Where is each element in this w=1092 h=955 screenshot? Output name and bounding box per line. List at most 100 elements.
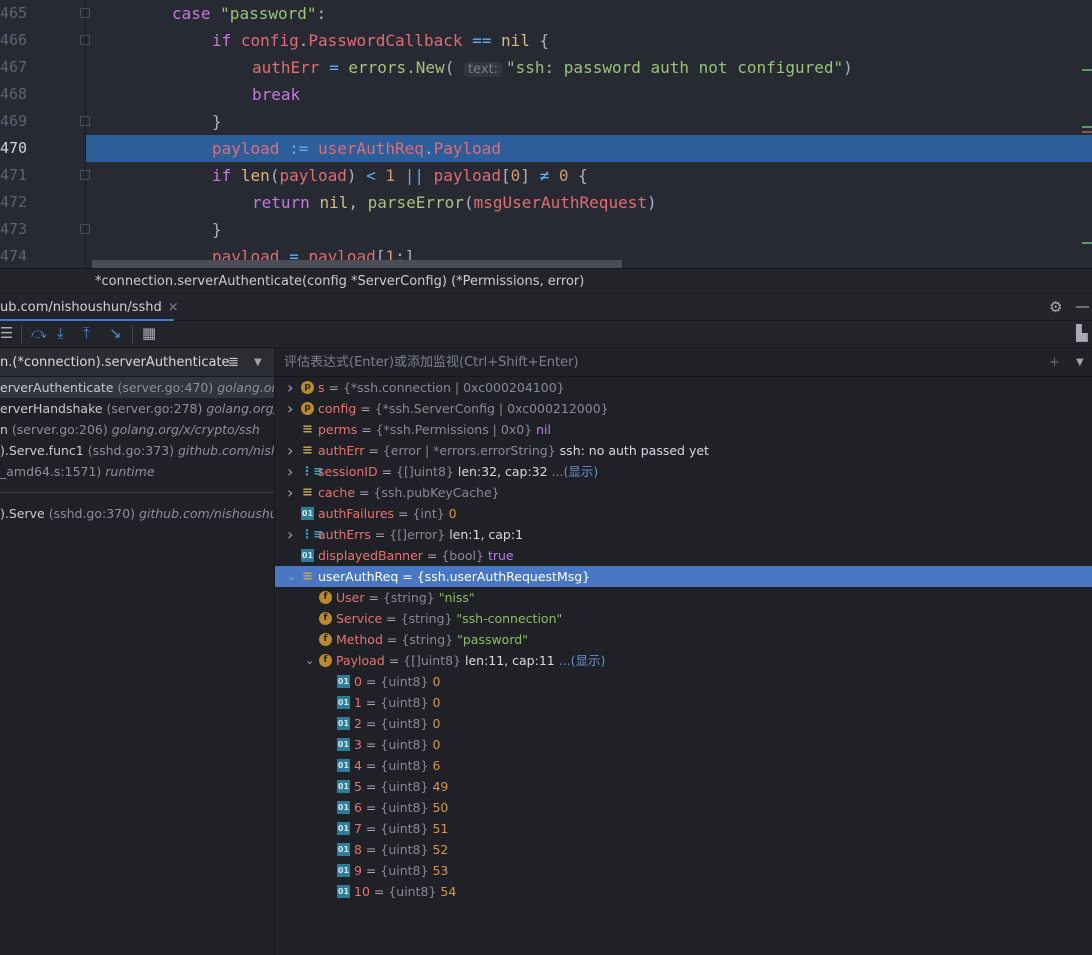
- menu-icon[interactable]: ☰: [0, 324, 13, 342]
- equals-sign: =: [361, 737, 381, 752]
- variable-value: 0: [432, 695, 441, 710]
- variable-row[interactable]: 01 6 = {uint8} 50: [275, 797, 1092, 818]
- code-token: msgUserAuthRequest: [473, 193, 647, 212]
- code-line[interactable]: 470 payload := userAuthReq.Payload: [0, 135, 1092, 162]
- variable-row[interactable]: 01 1 = {uint8} 0: [275, 692, 1092, 713]
- variable-row[interactable]: › p config = {*ssh.ServerConfig | 0xc00021…: [275, 398, 1092, 419]
- line-number: 474: [0, 247, 28, 265]
- stack-frame[interactable]: erverAuthenticate (server.go:470) golang…: [0, 377, 274, 398]
- watch-expression-input[interactable]: 评估表达式(Enter)或添加监视(Ctrl+Shift+Enter) + ▼: [275, 348, 1092, 377]
- code-token: (: [463, 193, 474, 212]
- close-icon[interactable]: ×: [168, 300, 179, 315]
- code-line[interactable]: 468 break: [0, 81, 1092, 108]
- code-line[interactable]: 467 authErr = errors.New( text: "ssh: pass…: [0, 54, 1092, 81]
- frame-pkg: golang.org/x/crypto/ssh: [111, 422, 260, 437]
- horizontal-scrollbar[interactable]: [92, 260, 622, 268]
- fold-marker-icon[interactable]: [80, 35, 90, 45]
- fold-marker-icon[interactable]: [80, 116, 90, 126]
- stack-frame[interactable]: erverHandshake (server.go:278) golang.or…: [0, 398, 274, 419]
- show-value-link[interactable]: ...(显示): [552, 464, 599, 479]
- code-line[interactable]: 465 case "password":: [0, 0, 1092, 27]
- frame-loc: (sshd.go:370): [48, 506, 135, 521]
- stack-frame[interactable]: ).Serve.func1 (sshd.go:373) github.com/n…: [0, 440, 274, 461]
- fold-marker-icon[interactable]: [80, 170, 90, 180]
- debug-session-tab[interactable]: ub.com/nishoushun/sshd ×: [0, 294, 179, 321]
- chevron-right-icon[interactable]: ›: [287, 461, 293, 482]
- chevron-down-icon[interactable]: ⌄: [305, 650, 314, 671]
- equals-sign: =: [361, 842, 381, 857]
- variable-row[interactable]: › p s = {*ssh.connection | 0xc000204100}: [275, 377, 1092, 398]
- code-line[interactable]: 471 if len(payload) < 1 || payload[0] ≠ 0…: [0, 162, 1092, 189]
- variable-row[interactable]: 01 7 = {uint8} 51: [275, 818, 1092, 839]
- line-number: 466: [0, 31, 28, 49]
- code-line[interactable]: 469}: [0, 108, 1092, 135]
- filter-icon[interactable]: ≣: [228, 348, 239, 377]
- variable-row[interactable]: ≡ perms = {*ssh.Permissions | 0x0} nil: [275, 419, 1092, 440]
- run-to-cursor-icon[interactable]: ↘: [109, 324, 122, 342]
- stack-frame[interactable]: ).Serve (sshd.go:370) github.com/nishous…: [0, 503, 274, 524]
- stack-frame[interactable]: _amd64.s:1571) runtime: [0, 461, 274, 482]
- frame-pkg: runtime: [105, 464, 155, 479]
- step-into-icon[interactable]: ⤓: [57, 324, 64, 342]
- variable-row[interactable]: 01 displayedBanner = {bool} true: [275, 545, 1092, 566]
- variable-type: {[]uint8}: [403, 653, 462, 668]
- field-icon: f: [319, 654, 332, 667]
- fold-marker-icon[interactable]: [80, 8, 90, 18]
- code-editor[interactable]: 465 case "password": 466 if config.Password…: [0, 0, 1092, 268]
- layout-icon[interactable]: ▙: [1076, 324, 1088, 342]
- variable-row[interactable]: 01 10 = {uint8} 54: [275, 881, 1092, 902]
- calculator-icon[interactable]: ▦: [142, 324, 156, 342]
- variable-row[interactable]: 01 authFailures = {int} 0: [275, 503, 1092, 524]
- variable-row[interactable]: › ⋮≡ sessionID = {[]uint8} len:32, cap:32 …: [275, 461, 1092, 482]
- number-icon: 01: [337, 801, 350, 814]
- code-line[interactable]: 466 if config.PasswordCallback == nil {: [0, 27, 1092, 54]
- variable-row[interactable]: › ≡ cache = {ssh.pubKeyCache}: [275, 482, 1092, 503]
- variable-row[interactable]: f User = {string} "niss": [275, 587, 1092, 608]
- variable-name: 6: [354, 800, 362, 815]
- chevron-down-icon[interactable]: ▼: [1076, 348, 1084, 377]
- code-line[interactable]: 473}: [0, 216, 1092, 243]
- variable-row[interactable]: ⌄ ≡ userAuthReq = {ssh.userAuthRequestMsg}: [275, 566, 1092, 587]
- variable-row[interactable]: f Method = {string} "password": [275, 629, 1092, 650]
- code-token: <: [366, 166, 386, 185]
- line-number: 469: [0, 112, 28, 130]
- variable-row[interactable]: › ⋮≡ authErrs = {[]error} len:1, cap:1: [275, 524, 1092, 545]
- variable-row[interactable]: 01 5 = {uint8} 49: [275, 776, 1092, 797]
- chevron-right-icon[interactable]: ›: [287, 524, 293, 545]
- variable-row[interactable]: ⌄ f Payload = {[]uint8} len:11, cap:11 ...…: [275, 650, 1092, 671]
- stack-frame[interactable]: n (server.go:206) golang.org/x/crypto/ss…: [0, 419, 274, 440]
- chevron-down-icon[interactable]: ▼: [254, 348, 262, 377]
- code-token: len: [240, 166, 270, 185]
- code-token: {: [539, 31, 550, 50]
- variable-row[interactable]: 01 4 = {uint8} 6: [275, 755, 1092, 776]
- variable-type: {ssh.userAuthRequestMsg}: [416, 569, 591, 584]
- gear-icon[interactable]: ⚙: [1049, 298, 1062, 316]
- chevron-right-icon[interactable]: ›: [287, 440, 293, 461]
- code-line[interactable]: 472 return nil, parseError(msgUserAuthReq…: [0, 189, 1092, 216]
- variable-name: 10: [354, 884, 370, 899]
- variable-row[interactable]: f Service = {string} "ssh-connection": [275, 608, 1092, 629]
- chevron-right-icon[interactable]: ›: [287, 398, 293, 419]
- show-value-link[interactable]: ...(显示): [559, 653, 606, 668]
- fold-marker-icon[interactable]: [80, 224, 90, 234]
- variable-row[interactable]: › ≡ authErr = {error | *errors.errorString…: [275, 440, 1092, 461]
- thread-selector[interactable]: n.(*connection).serverAuthenticate ≣ ▼: [0, 348, 274, 377]
- minimize-icon[interactable]: —: [1075, 297, 1090, 315]
- add-watch-icon[interactable]: +: [1049, 348, 1060, 377]
- code-text: case "password":: [172, 0, 326, 27]
- chevron-right-icon[interactable]: ›: [287, 482, 293, 503]
- step-out-icon[interactable]: ⤒: [83, 324, 90, 342]
- chevron-down-icon[interactable]: ⌄: [287, 566, 296, 587]
- change-marker: [1082, 69, 1092, 71]
- chevron-right-icon[interactable]: ›: [287, 377, 293, 398]
- code-token: userAuthReq: [317, 139, 424, 158]
- step-over-icon[interactable]: ⤼: [31, 324, 47, 342]
- variable-row[interactable]: 01 9 = {uint8} 53: [275, 860, 1092, 881]
- code-token: if: [212, 166, 241, 185]
- variable-name: authFailures: [318, 506, 395, 521]
- variable-row[interactable]: 01 8 = {uint8} 52: [275, 839, 1092, 860]
- variable-row[interactable]: 01 0 = {uint8} 0: [275, 671, 1092, 692]
- error-marker: [1082, 131, 1092, 133]
- variable-row[interactable]: 01 3 = {uint8} 0: [275, 734, 1092, 755]
- variable-row[interactable]: 01 2 = {uint8} 0: [275, 713, 1092, 734]
